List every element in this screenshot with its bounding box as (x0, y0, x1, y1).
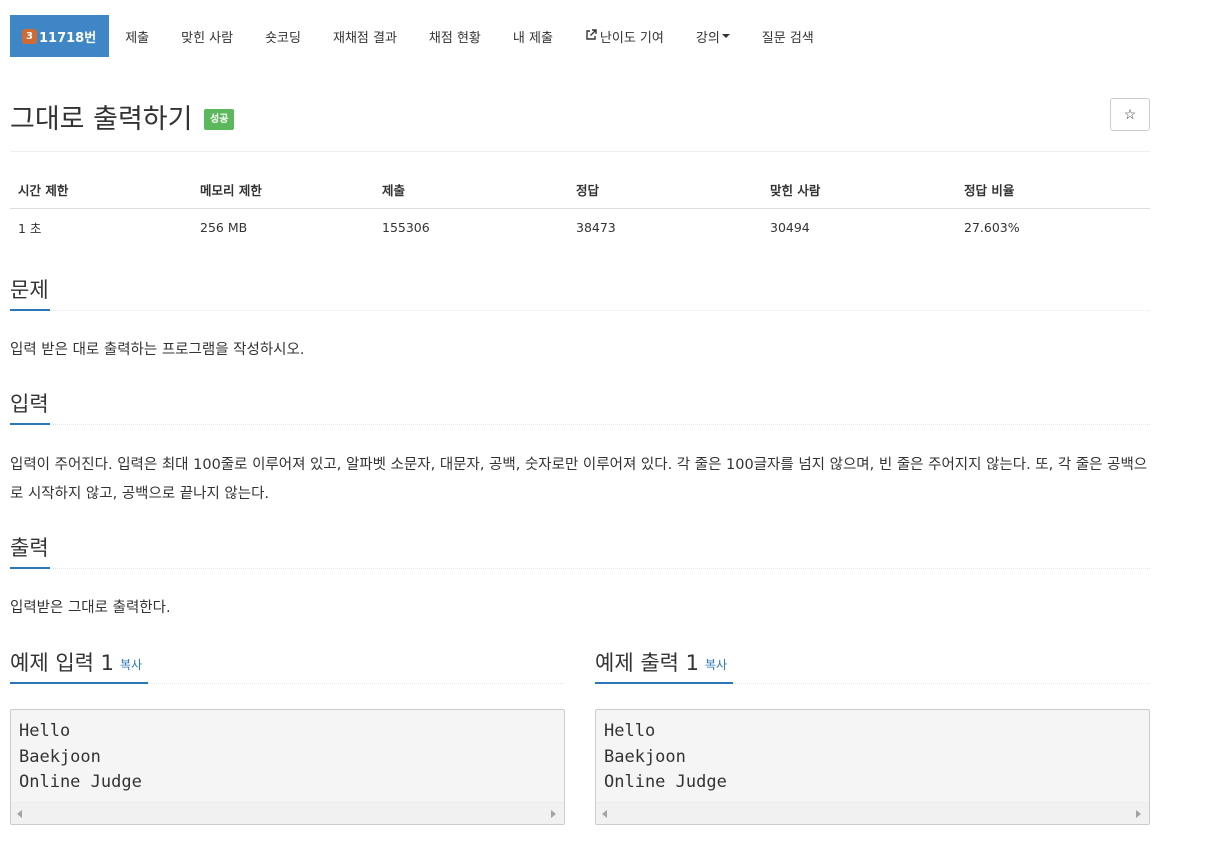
copy-sample-output-link[interactable]: 복사 (705, 658, 727, 672)
header-accept-ratio: 정답 비율 (956, 172, 1150, 209)
problem-info-table: 시간 제한 메모리 제한 제출 정답 맞힌 사람 정답 비율 1 초 256 M… (10, 172, 1150, 246)
value-submissions: 155306 (382, 220, 430, 235)
scroll-left-arrow-icon[interactable] (602, 810, 607, 818)
sample-output-box[interactable]: Hello Baekjoon Online Judge (595, 709, 1150, 825)
star-icon: ☆ (1123, 106, 1137, 122)
title-divider (10, 151, 1150, 152)
sample-output-heading-block: 예제 출력 1 복사 (595, 647, 1150, 684)
header-submissions: 제출 (374, 172, 568, 209)
description-heading-block: 문제 (10, 274, 1150, 311)
tier-badge-icon: 3 (22, 28, 37, 44)
value-time-limit: 1 초 (18, 221, 42, 236)
page-title: 그대로 출력하기 (10, 104, 193, 135)
description-text: 입력 받은 대로 출력하는 프로그램을 작성하시오. (10, 342, 305, 358)
heading-rule (10, 568, 1150, 569)
scroll-right-arrow-icon[interactable] (551, 810, 556, 818)
input-heading: 입력 (10, 392, 49, 416)
status-badge: 성공 (204, 109, 235, 130)
scroll-left-arrow-icon[interactable] (17, 810, 22, 818)
description-heading: 문제 (10, 278, 49, 302)
nav-lectures-dropdown[interactable]: 강의 (680, 15, 746, 57)
nav-short-coding[interactable]: 숏코딩 (249, 15, 317, 57)
output-heading-block: 출력 (10, 532, 1150, 569)
problem-nav: 3 11718번 제출 맞힌 사람 숏코딩 재채점 결과 채점 현황 내 제출 … (10, 15, 830, 57)
nav-submit[interactable]: 제출 (109, 15, 165, 57)
input-text: 입력이 주어진다. 입력은 최대 100줄로 이루어져 있고, 알파벳 소문자,… (10, 457, 1148, 502)
input-heading-block: 입력 (10, 388, 1150, 425)
sample-input-box[interactable]: Hello Baekjoon Online Judge (10, 709, 565, 825)
nav-solvers[interactable]: 맞힌 사람 (165, 15, 249, 57)
favorite-button[interactable]: ☆ (1110, 98, 1150, 131)
header-memory-limit: 메모리 제한 (192, 172, 374, 209)
heading-accent (10, 567, 50, 569)
heading-rule (10, 310, 1150, 311)
heading-accent (10, 423, 50, 425)
nav-rejudge-results[interactable]: 재채점 결과 (317, 15, 413, 57)
header-solvers: 맞힌 사람 (762, 172, 956, 209)
heading-accent (10, 682, 148, 684)
table-header-row: 시간 제한 메모리 제한 제출 정답 맞힌 사람 정답 비율 (10, 172, 1150, 209)
problem-header: 그대로 출력하기 성공 ☆ (10, 97, 1150, 137)
horizontal-scrollbar[interactable] (11, 802, 564, 824)
sample-input-heading-block: 예제 입력 1 복사 (10, 647, 565, 684)
scroll-right-arrow-icon[interactable] (1136, 810, 1141, 818)
horizontal-scrollbar[interactable] (596, 802, 1149, 824)
header-accepted: 정답 (568, 172, 762, 209)
output-text: 입력받은 그대로 출력한다. (10, 600, 171, 616)
copy-sample-input-link[interactable]: 복사 (120, 658, 142, 672)
heading-rule (10, 424, 1150, 425)
table-row: 1 초 256 MB 155306 38473 30494 27.603% (10, 209, 1150, 247)
nav-my-submissions[interactable]: 내 제출 (497, 15, 569, 57)
lectures-label: 강의 (695, 30, 720, 46)
value-memory-limit: 256 MB (200, 220, 248, 235)
problem-id-label: 11718번 (39, 30, 97, 46)
nav-difficulty-contribution[interactable]: 난이도 기여 (569, 15, 680, 57)
sample-input-content: Hello Baekjoon Online Judge (19, 721, 142, 792)
value-accept-ratio: 27.603% (964, 220, 1020, 235)
sample-output-heading: 예제 출력 1 복사 (595, 647, 1150, 677)
value-accepted: 38473 (576, 220, 616, 235)
external-link-icon (585, 28, 597, 44)
sample-input-title: 예제 입력 1 (10, 651, 114, 675)
sample-output-content: Hello Baekjoon Online Judge (604, 721, 727, 792)
nav-status[interactable]: 채점 현황 (413, 15, 497, 57)
header-time-limit: 시간 제한 (10, 172, 192, 209)
caret-down-icon (721, 34, 730, 38)
difficulty-contribution-label: 난이도 기여 (599, 30, 664, 46)
value-solvers: 30494 (770, 220, 810, 235)
heading-accent (10, 309, 50, 311)
nav-problem-id[interactable]: 3 11718번 (10, 15, 110, 57)
sample-output-title: 예제 출력 1 (595, 651, 699, 675)
heading-accent (595, 682, 733, 684)
sample-input-heading: 예제 입력 1 복사 (10, 647, 565, 677)
nav-question-search[interactable]: 질문 검색 (746, 15, 830, 57)
output-heading: 출력 (10, 536, 49, 560)
